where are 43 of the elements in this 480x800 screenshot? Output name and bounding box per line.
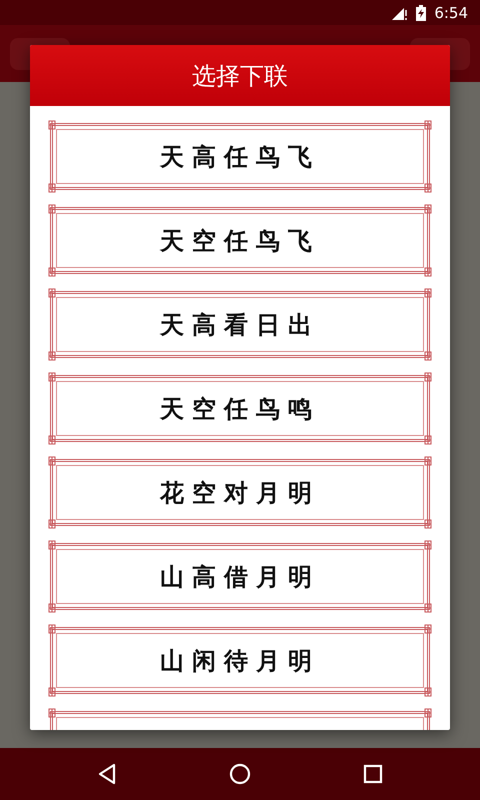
home-icon (228, 763, 251, 785)
corner-knot-icon (47, 351, 57, 361)
corner-knot-icon (423, 183, 433, 193)
corner-knot-icon (47, 183, 57, 193)
corner-knot-icon (47, 372, 57, 382)
corner-knot-icon (423, 624, 433, 634)
corner-knot-icon (423, 603, 433, 613)
option-button[interactable]: 天空任鸟鸣 (50, 375, 430, 442)
corner-knot-icon (47, 435, 57, 445)
corner-knot-icon (47, 456, 57, 466)
corner-knot-icon (47, 267, 57, 277)
corner-knot-icon (423, 351, 433, 361)
signal-icon (392, 6, 408, 20)
dialog-title: 选择下联 (192, 60, 288, 92)
corner-knot-icon (47, 120, 57, 130)
corner-knot-icon (423, 540, 433, 550)
corner-knot-icon (47, 624, 57, 634)
option-button[interactable]: 天高看日出 (50, 291, 430, 358)
corner-knot-icon (423, 456, 433, 466)
option-button[interactable]: 山闲待月明 (50, 627, 430, 694)
option-button[interactable]: 花空对月明 (50, 459, 430, 526)
corner-knot-icon (47, 519, 57, 529)
corner-knot-icon (47, 603, 57, 613)
status-time: 6:54 (434, 4, 468, 22)
battery-charging-icon (416, 4, 426, 20)
corner-knot-icon (423, 687, 433, 697)
corner-knot-icon (423, 708, 433, 718)
corner-knot-icon (47, 540, 57, 550)
corner-knot-icon (423, 288, 433, 298)
corner-knot-icon (47, 204, 57, 214)
corner-knot-icon (47, 708, 57, 718)
corner-knot-icon (423, 519, 433, 529)
corner-knot-icon (423, 204, 433, 214)
corner-knot-icon (423, 267, 433, 277)
option-button[interactable]: 天高任鸟飞 (50, 123, 430, 190)
corner-knot-icon (423, 372, 433, 382)
corner-knot-icon (423, 120, 433, 130)
corner-knot-icon (47, 288, 57, 298)
corner-knot-icon (47, 687, 57, 697)
recents-icon (362, 763, 384, 785)
option-button[interactable]: 山高借月明 (50, 543, 430, 610)
corner-knot-icon (423, 435, 433, 445)
option-button[interactable]: 天空任鸟飞 (50, 207, 430, 274)
